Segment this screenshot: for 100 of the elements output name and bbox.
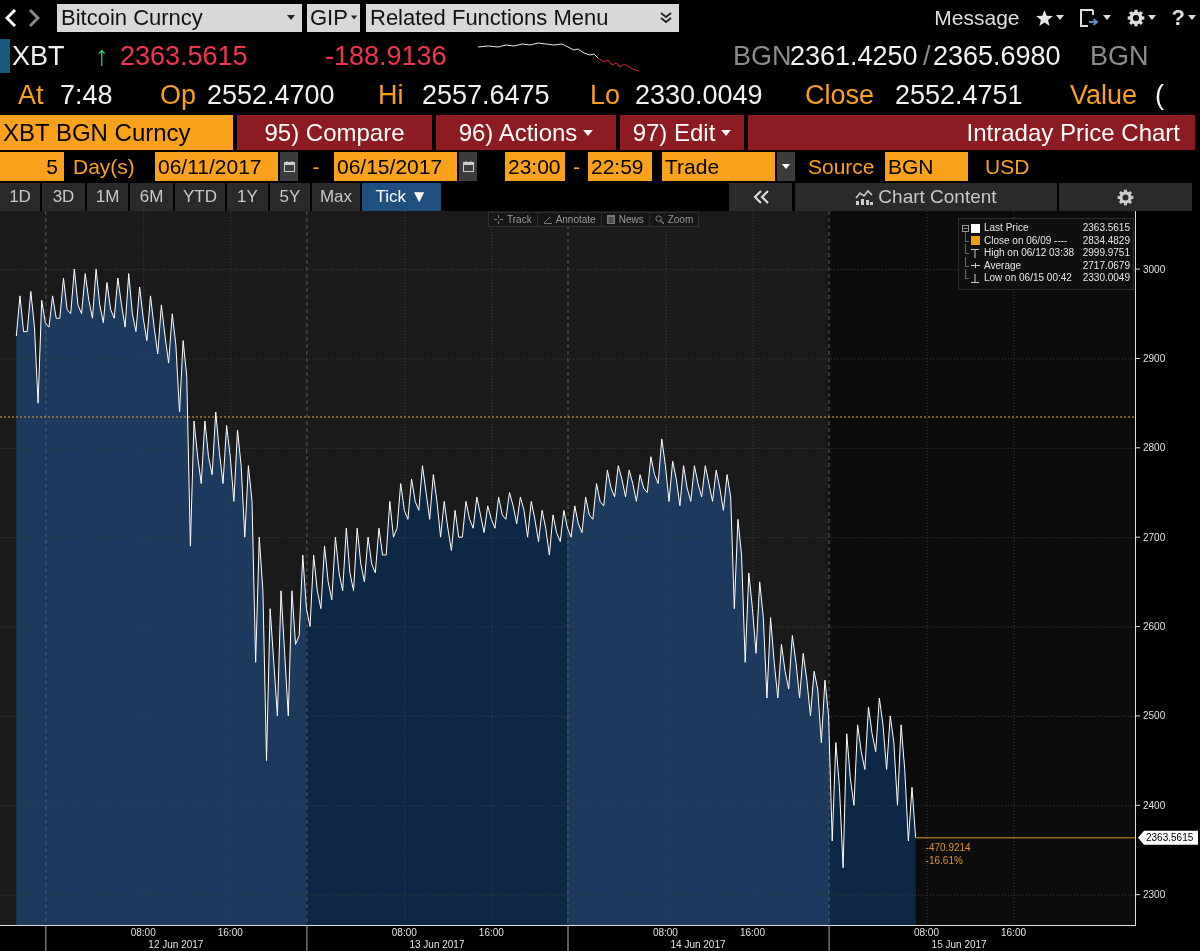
- bid-price: 2361.4250: [790, 40, 919, 72]
- range-tab[interactable]: 1Y: [227, 183, 268, 211]
- security-field[interactable]: XBT BGN Curncy: [0, 115, 233, 150]
- stat-value: 2557.6475: [422, 79, 551, 111]
- legend-label: Low on 06/15 00:42: [984, 272, 1073, 285]
- end-time-field[interactable]: 22:59: [588, 152, 652, 181]
- calendar-button[interactable]: [459, 152, 477, 181]
- double-chevron-left-icon: [752, 190, 769, 204]
- stat-label: Op: [160, 79, 198, 111]
- stat-label: Value: [1070, 79, 1139, 111]
- box-arrow-button[interactable]: [1079, 8, 1111, 27]
- date-label: 14 Jun 2017: [670, 939, 726, 950]
- low-marker-icon: [971, 273, 979, 283]
- message-button[interactable]: Message: [934, 5, 1020, 30]
- crosshair-icon: [494, 215, 503, 224]
- caret-down-icon: [1102, 15, 1111, 20]
- annotate-button[interactable]: Annotate: [536, 213, 601, 226]
- legend-value: 2330.0049: [1082, 272, 1130, 285]
- news-button[interactable]: News: [600, 213, 649, 226]
- legend-label: Last Price: [984, 222, 1030, 235]
- end-date-field[interactable]: 06/15/2017: [334, 152, 457, 181]
- legend-label: Close on 06/09 ----: [984, 234, 1069, 247]
- stat-value: 2552.4700: [207, 79, 336, 111]
- range-tab[interactable]: 1M: [87, 183, 128, 211]
- y-axis-label: 2600: [1143, 621, 1166, 633]
- ref-line-label: 2363.5615: [1146, 832, 1194, 844]
- stat-label: Lo: [590, 79, 622, 111]
- settings-button[interactable]: [1126, 8, 1156, 27]
- caret-down-icon: [1055, 15, 1064, 20]
- y-axis-label: 3000: [1143, 263, 1166, 275]
- star-icon: [1035, 9, 1053, 26]
- y-axis-label: 2700: [1143, 531, 1166, 543]
- legend-value: 2834.4829: [1082, 234, 1130, 247]
- legend-value: 2717.0679: [1082, 259, 1130, 272]
- panel-toggle-button[interactable]: [729, 183, 792, 211]
- calendar-button[interactable]: [280, 152, 298, 181]
- range-tab[interactable]: 5Y: [270, 183, 310, 211]
- source-dropdown[interactable]: GIP: [307, 3, 360, 32]
- last-price-tag: 2363.5615: [1138, 830, 1198, 845]
- chart-icon: [855, 189, 874, 205]
- dropdown-button[interactable]: [777, 152, 795, 181]
- menu-button[interactable]: 96) Actions: [436, 115, 616, 150]
- track-button[interactable]: Track: [489, 213, 537, 226]
- newspaper-icon: [606, 215, 615, 224]
- collapse-icon[interactable]: [962, 224, 969, 232]
- y-axis-label: 2300: [1143, 889, 1166, 901]
- stat-value: 2330.0049: [635, 79, 764, 111]
- high-marker-icon: [971, 248, 979, 258]
- range-tab[interactable]: Max: [312, 183, 360, 211]
- ask-source: BGN: [1090, 40, 1150, 72]
- range-tab[interactable]: 6M: [130, 183, 173, 211]
- help-button[interactable]: ?: [1171, 4, 1196, 31]
- legend-label: High on 06/12 03:38: [984, 247, 1076, 260]
- date-label: 15 Jun 2017: [931, 939, 987, 950]
- range-tab[interactable]: 3D: [42, 183, 85, 211]
- stat-label: Close: [805, 79, 876, 111]
- zoom-button[interactable]: Zoom: [648, 213, 699, 226]
- caret-down-icon: [1188, 15, 1196, 20]
- menu-button[interactable]: 95) Compare: [237, 115, 432, 150]
- start-date-field[interactable]: 06/11/2017: [155, 152, 278, 181]
- x-axis-label: 08:00: [913, 927, 939, 938]
- settings-button[interactable]: [1059, 183, 1192, 211]
- caret-down-icon: [287, 15, 295, 20]
- y-axis-label: 2400: [1143, 799, 1166, 811]
- y-axis-label: 2800: [1143, 442, 1166, 454]
- date-separator: -: [311, 153, 321, 180]
- calendar-icon: [283, 161, 295, 172]
- legend-value: 2999.9751: [1082, 247, 1130, 260]
- caret-down-icon: [350, 15, 357, 20]
- range-tab[interactable]: Tick ▼: [362, 183, 441, 211]
- caret-down-icon: [1147, 15, 1156, 20]
- range-tab[interactable]: YTD: [175, 183, 225, 211]
- start-time-field[interactable]: 23:00: [505, 152, 565, 181]
- source-field[interactable]: BGN: [885, 152, 968, 181]
- stat-label: At: [18, 79, 45, 111]
- double-chevron-down-icon: [660, 11, 672, 24]
- stat-value: (: [1155, 79, 1165, 111]
- y-axis-label: 2500: [1143, 710, 1166, 722]
- ask-price: 2365.6980: [933, 40, 1062, 72]
- y-axis-label: 2900: [1143, 353, 1166, 365]
- functions-menu-button[interactable]: Related Functions Menu: [366, 3, 679, 32]
- chart-content-button[interactable]: Chart Content: [795, 183, 1057, 211]
- legend-label: Average: [984, 259, 1023, 272]
- settings-icon: [1117, 188, 1134, 206]
- legend-value: 2363.5615: [1082, 222, 1130, 235]
- menu-button[interactable]: 97) Edit: [620, 115, 744, 150]
- security-dropdown[interactable]: Bitcoin Curncy: [57, 3, 302, 32]
- chevron-left-icon[interactable]: [5, 7, 17, 28]
- x-axis-label: 16:00: [739, 927, 765, 938]
- star-button[interactable]: [1035, 9, 1064, 26]
- x-axis-label: 08:00: [652, 927, 678, 938]
- x-axis-label: 08:00: [391, 927, 417, 938]
- change-label: -16.61%: [925, 854, 963, 866]
- angle-icon: [542, 215, 552, 224]
- price-separator: /: [923, 40, 932, 72]
- range-tab[interactable]: 1D: [0, 183, 40, 211]
- change-label: -470.9214: [925, 841, 971, 853]
- direction-arrow: ↑: [95, 40, 110, 72]
- event-field[interactable]: Trade: [662, 152, 775, 181]
- period-count-field[interactable]: 5: [0, 152, 64, 181]
